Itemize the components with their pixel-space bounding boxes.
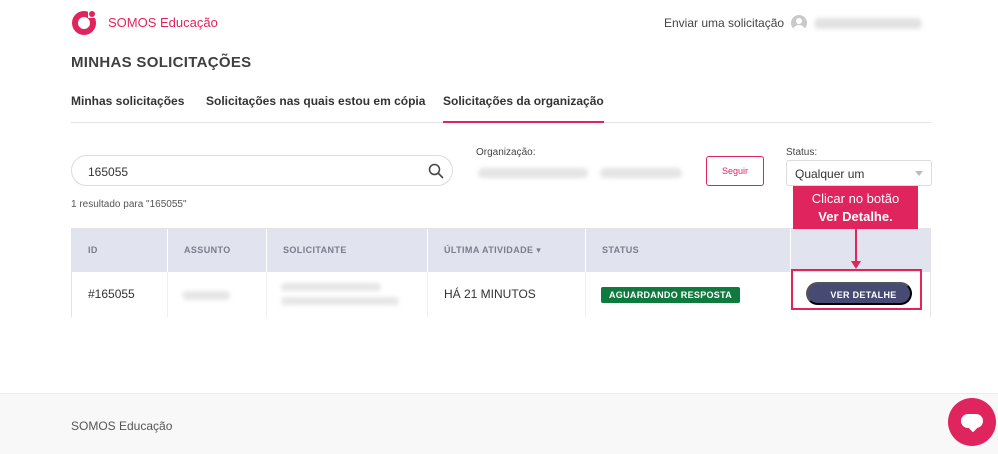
callout-arrow: [855, 229, 857, 262]
callout-line1: Clicar no botão: [811, 191, 900, 206]
cell-last-activity: HÁ 21 MINUTOS: [428, 272, 586, 317]
search-icon[interactable]: [428, 163, 444, 179]
search-input[interactable]: 165055: [71, 155, 453, 186]
chat-button[interactable]: [948, 398, 996, 446]
page-title: MINHAS SOLICITAÇÕES: [71, 54, 252, 71]
organization-name-redacted: [478, 168, 588, 178]
subject-redacted: [182, 291, 230, 300]
status-select-value: Qualquer um: [795, 167, 865, 181]
tab-cc-requests[interactable]: Solicitações nas quais estou em cópia: [206, 94, 425, 108]
request-tabs: Minhas solicitações Solicitações nas qua…: [71, 86, 931, 123]
column-header-subject[interactable]: ASSUNTO: [168, 229, 267, 272]
user-avatar-icon[interactable]: [791, 15, 807, 31]
top-header: SOMOS Educação Enviar uma solicitação: [0, 0, 998, 46]
organization-name-redacted: [600, 168, 682, 178]
cell-requester: [267, 272, 428, 317]
callout-line2: Ver Detalhe.: [818, 209, 893, 224]
user-name-redacted[interactable]: [814, 18, 922, 29]
chat-icon: [961, 414, 983, 428]
arrow-down-icon: [851, 261, 861, 269]
status-select[interactable]: Qualquer um: [786, 160, 932, 186]
submit-request-link[interactable]: Enviar uma solicitação: [664, 16, 784, 30]
follow-button[interactable]: Seguir: [706, 156, 764, 186]
organization-label: Organização:: [476, 147, 536, 158]
requester-redacted: [281, 297, 399, 305]
cell-subject: [168, 272, 267, 317]
footer: SOMOS Educação: [0, 393, 998, 454]
ver-detalhe-button[interactable]: VER DETALHE: [806, 282, 912, 305]
column-header-status[interactable]: STATUS: [586, 229, 791, 272]
cell-id: #165055: [72, 272, 168, 317]
table-header: ID ASSUNTO SOLICITANTE ÚLTIMA ATIVIDADE …: [72, 229, 930, 272]
result-count: 1 resultado para "165055": [71, 199, 187, 210]
chevron-down-icon: [915, 171, 923, 176]
instruction-callout: Clicar no botão Ver Detalhe.: [793, 186, 918, 229]
tab-organization-requests[interactable]: Solicitações da organização: [443, 94, 604, 123]
tab-my-requests[interactable]: Minhas solicitações: [71, 94, 184, 108]
footer-brand: SOMOS Educação: [71, 419, 173, 433]
brand-name[interactable]: SOMOS Educação: [108, 15, 218, 30]
status-label: Status:: [786, 147, 818, 158]
column-header-last-activity[interactable]: ÚLTIMA ATIVIDADE ▾: [428, 229, 586, 272]
search-input-value: 165055: [88, 165, 129, 179]
somos-logo-icon[interactable]: [71, 10, 97, 36]
requester-redacted: [281, 283, 381, 291]
column-header-id[interactable]: ID: [72, 229, 168, 272]
column-header-requester[interactable]: SOLICITANTE: [267, 229, 428, 272]
status-badge: AGUARDANDO RESPOSTA: [601, 287, 741, 303]
